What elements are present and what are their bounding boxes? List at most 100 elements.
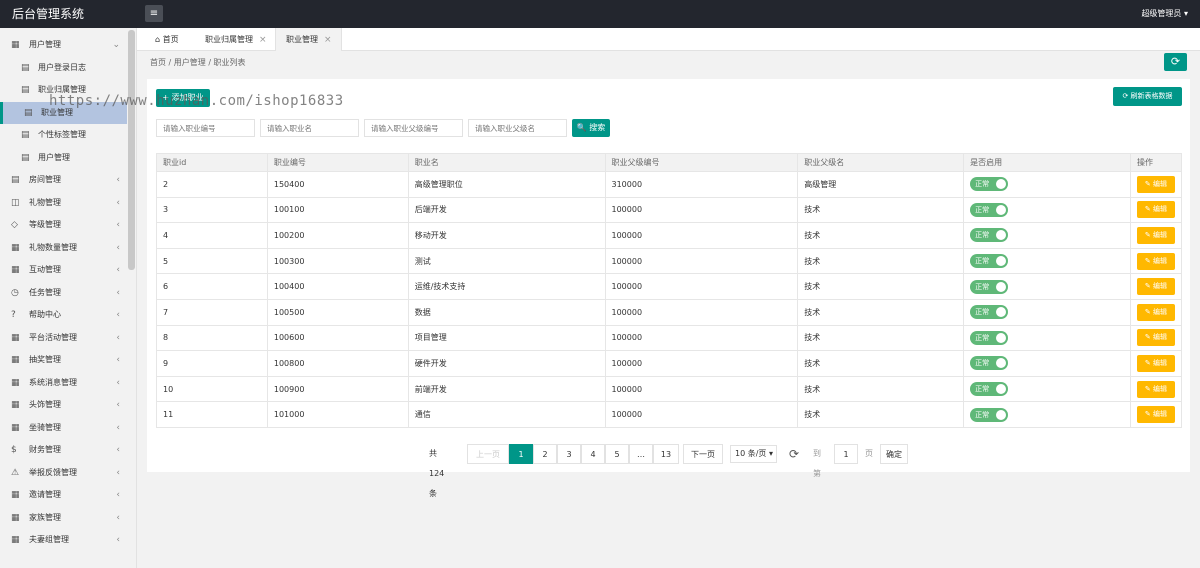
toggle-knob	[996, 281, 1007, 292]
cell-code: 100200	[267, 222, 409, 249]
menu-icon: ▦	[11, 490, 20, 500]
tab-home[interactable]: ⌂ 首页	[145, 28, 191, 51]
cell-id: 8	[156, 325, 268, 352]
goto-page-input[interactable]: 1	[834, 444, 858, 464]
edit-button[interactable]: ✎ 编辑	[1136, 354, 1175, 372]
sidebar-item[interactable]: ⚠ 举报反馈管理 ‹	[0, 462, 127, 484]
edit-button[interactable]: ✎ 编辑	[1136, 380, 1175, 398]
sidebar-item[interactable]: ? 帮助中心 ‹	[0, 304, 127, 326]
edit-button[interactable]: ✎ 编辑	[1136, 303, 1175, 321]
sidebar-item[interactable]: ▦ 坐骑管理 ‹	[0, 417, 127, 439]
edit-button[interactable]: ✎ 编辑	[1136, 329, 1175, 347]
close-icon[interactable]: ×	[259, 35, 267, 45]
sidebar-item[interactable]: ◷ 任务管理 ‹	[0, 282, 127, 304]
goto-confirm-button[interactable]: 确定	[880, 444, 908, 464]
col-name-header: 职业名	[408, 153, 606, 172]
cell-parent-name: 技术	[797, 197, 965, 224]
page-number-button[interactable]: 2	[533, 444, 557, 464]
status-toggle[interactable]: 正常	[970, 279, 1009, 294]
status-toggle[interactable]: 正常	[970, 305, 1009, 320]
status-toggle[interactable]: 正常	[970, 382, 1009, 397]
edit-button[interactable]: ✎ 编辑	[1136, 201, 1175, 219]
cell-name: 测试	[408, 248, 606, 275]
watermark: https://www.huzhan.com/ishop16833	[49, 93, 344, 109]
sidebar-item-label: 坐骑管理	[29, 422, 61, 432]
refresh-table-button[interactable]: ⟳ 刷新表格数据	[1113, 87, 1182, 106]
status-toggle[interactable]: 正常	[970, 228, 1009, 243]
sidebar-item[interactable]: ▦ 邀请管理 ‹	[0, 484, 127, 506]
next-page-button[interactable]: 下一页	[683, 444, 723, 464]
menu-icon: ▤	[24, 107, 33, 118]
page-unit-label: 页	[865, 449, 873, 458]
parent-code-input[interactable]	[364, 119, 463, 137]
chevron-icon: ‹	[116, 175, 120, 185]
chevron-icon: ‹	[116, 355, 120, 365]
sidebar-item-label: 用户管理	[29, 40, 61, 49]
sidebar-item-label: 帮助中心	[29, 310, 61, 319]
sidebar-item[interactable]: $ 财务管理 ‹	[0, 439, 127, 461]
sidebar-item[interactable]: ▦ 头饰管理 ‹	[0, 394, 127, 416]
sidebar-item[interactable]: ▦ 家族管理 ‹	[0, 507, 127, 529]
sidebar-item[interactable]: ▤ 个性标签管理	[0, 124, 127, 146]
sidebar-item[interactable]: ▦ 用户管理 ⌄	[0, 34, 127, 56]
cell-code: 100100	[267, 197, 409, 224]
cell-parent-code: 100000	[605, 325, 799, 352]
sidebar-item[interactable]: ▤ 用户登录日志	[0, 57, 127, 79]
sidebar-item[interactable]: ▦ 互动管理 ‹	[0, 259, 127, 281]
top-bar: 后台管理系统 ≡ 超级管理员 ▾	[0, 0, 1200, 28]
tab-occupation-belong[interactable]: 职业归属管理 ×	[195, 28, 269, 51]
refresh-page-button[interactable]: ⟳	[1164, 53, 1187, 71]
page-number-button[interactable]: …	[629, 444, 653, 464]
search-button[interactable]: 🔍 搜索	[572, 119, 610, 137]
menu-toggle-icon[interactable]: ≡	[145, 5, 163, 22]
sidebar-item[interactable]: ▦ 礼物数量管理 ‹	[0, 237, 127, 259]
col-code-header: 职业编号	[267, 153, 409, 172]
edit-button[interactable]: ✎ 编辑	[1136, 406, 1175, 424]
cell-parent-name: 技术	[797, 222, 965, 249]
status-toggle[interactable]: 正常	[970, 330, 1009, 345]
sidebar-item[interactable]: ◇ 等级管理 ‹	[0, 214, 127, 236]
status-toggle[interactable]: 正常	[970, 356, 1009, 371]
status-toggle[interactable]: 正常	[970, 202, 1009, 217]
prev-page-button[interactable]: 上一页	[467, 444, 509, 464]
status-toggle[interactable]: 正常	[970, 407, 1009, 422]
user-menu[interactable]: 超级管理员 ▾	[1141, 8, 1188, 19]
page-number-button[interactable]: 1	[509, 444, 533, 464]
status-toggle[interactable]: 正常	[970, 254, 1009, 269]
sidebar-item[interactable]: ▦ 夫妻组管理 ‹	[0, 529, 127, 551]
sidebar-item[interactable]: ▤ 用户管理	[0, 147, 127, 169]
sidebar-item-label: 礼物管理	[29, 197, 61, 207]
toggle-knob	[996, 204, 1007, 215]
page-number-button[interactable]: 13	[653, 444, 679, 464]
page-size-select[interactable]: 10 条/页 ▾	[730, 445, 777, 463]
cell-actions: ✎ 编辑	[1130, 197, 1183, 224]
edit-button[interactable]: ✎ 编辑	[1136, 175, 1175, 193]
parent-name-input[interactable]	[468, 119, 567, 137]
sidebar-item[interactable]: ▦ 平台活动管理 ‹	[0, 327, 127, 349]
menu-icon: ?	[11, 310, 16, 320]
occupation-name-input[interactable]	[260, 119, 359, 137]
occupation-code-input[interactable]	[156, 119, 255, 137]
page-number-button[interactable]: 5	[605, 444, 629, 464]
sidebar-item[interactable]: ◫ 礼物管理 ‹	[0, 192, 127, 214]
cell-id: 6	[156, 273, 268, 300]
sidebar-item[interactable]: ▦ 抽奖管理 ‹	[0, 349, 127, 371]
page-number-button[interactable]: 4	[581, 444, 605, 464]
edit-button[interactable]: ✎ 编辑	[1136, 226, 1175, 244]
status-label: 正常	[975, 231, 990, 240]
cell-name: 项目管理	[408, 325, 606, 352]
sidebar: ▦ 用户管理 ⌄ ▤ 用户登录日志 ▤ 职业归属管理 ▤ 职业管理 ▤ 个性标签管理 ▤ 用户管理 ▤ 房间…	[0, 28, 137, 568]
refresh-icon[interactable]: ⟳	[789, 444, 799, 464]
cell-name: 高级管理职位	[408, 171, 606, 198]
close-icon[interactable]: ×	[324, 35, 332, 45]
status-toggle[interactable]: 正常	[970, 177, 1009, 192]
sidebar-item[interactable]: ▤ 房间管理 ‹	[0, 169, 127, 191]
edit-button[interactable]: ✎ 编辑	[1136, 278, 1175, 296]
tab-occupation[interactable]: 职业管理 ×	[275, 28, 342, 51]
sidebar-item[interactable]: ▦ 系统消息管理 ‹	[0, 372, 127, 394]
cell-code: 150400	[267, 171, 409, 198]
sidebar-scrollbar[interactable]	[128, 30, 135, 270]
page-number-button[interactable]: 3	[557, 444, 581, 464]
edit-button[interactable]: ✎ 编辑	[1136, 252, 1175, 270]
chevron-icon: ‹	[116, 467, 120, 478]
